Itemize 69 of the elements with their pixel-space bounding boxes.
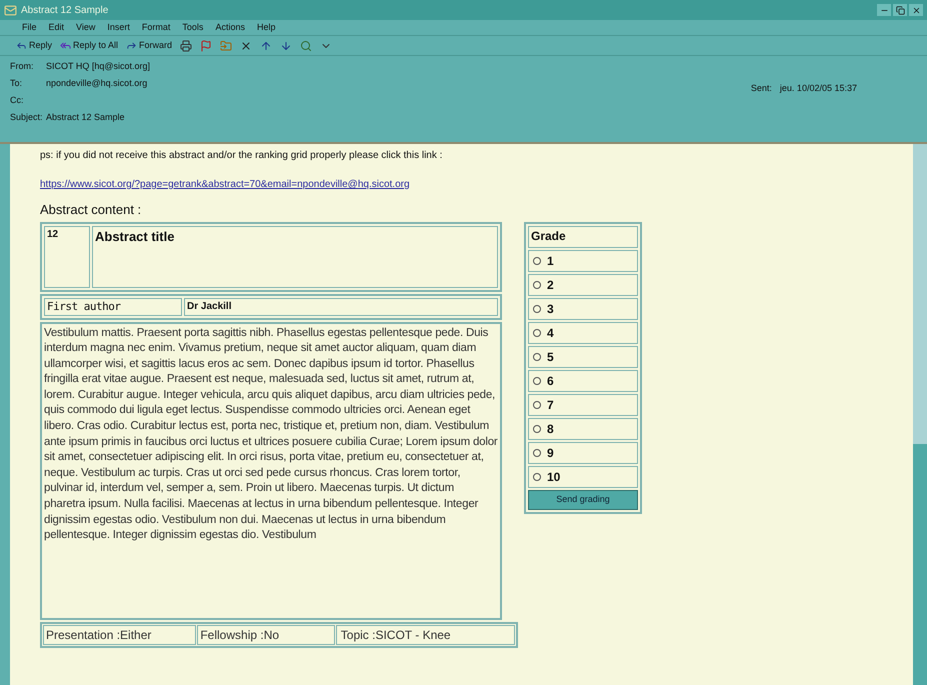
abstract-title: Abstract title [92,226,498,288]
radio-button[interactable] [533,472,541,480]
menu-item[interactable]: File [22,20,37,34]
author-label: First author [44,298,182,316]
reply-icon [16,40,27,51]
radio-button[interactable] [533,424,541,432]
meta-cell: Topic :SICOT - Knee [336,624,515,644]
abstract-text: Vestibulum mattis. Praesent porta sagittis nibh. Phasellus egestas pellentesque pede. Duis interdum magna nec enim. Vivamus pretium, neque sit amet auctor aliquam, quam diam ullamcorper wisi, et sagittis lacus eros ac sem. Donec dapibus ipsum id tortor. Phasellus fringilla erat vitae augue. Praesent est neque, malesuada sed, luctus sit amet, rutrum at, lorem. Curabitur augue. Integer vehicula, arcu quis aliquet dapibus, arcu diam ultricies pede, quis commodo dui ligula eget lectus. Suspendisse commodo ultricies orci. Aenean eget libero. Cras odio. Curabitur lectus est, porta nec, tristique et, pretium non, diam. Vestibulum ante ipsum primis in faucibus orci luctus et ultrices posuere cubilia Curae; Lorem ipsum dolor sit amet, consectetuer adipiscing elit. In orci risus, porta vitae, pretium eu, consectetuer at, neque. Vestibulum ac turpis. Cras ut orci sed pede cursus rhoncus. Cras lorem tortor, pulvinar id, interdum vel, semper a, sem. Proin ut libero. Maecenas turpis. Ut dictum pharetra ipsum. Nulla facilisi. Maecenas at lectus in urna bibendum pellentesque. Integer dignissim egestas odio. Vestibulum non dui. Maecenas ut lectus in urna bibendum pellentesque. Integer dignissim egestas dio. Vestibulum [44,326,498,544]
printer-icon[interactable] [180,40,192,52]
reply-all-icon [60,40,72,51]
restore-button[interactable] [893,4,907,16]
minimize-button[interactable] [877,4,891,16]
meta-cell: Fellowship :No [197,624,335,644]
menu-item[interactable]: Format [142,20,170,34]
header-label: Sent: [750,82,772,95]
radio-button[interactable] [533,256,541,264]
grade-option[interactable]: 3 [528,298,638,320]
flag-icon[interactable] [200,40,212,52]
menu-item[interactable]: Tools [182,20,204,34]
restore-icon [896,6,904,14]
menu-item[interactable]: Edit [48,20,64,34]
section-title: Abstract content : [40,201,142,219]
close-icon [912,6,920,14]
menu-item[interactable]: Insert [107,20,130,34]
menu-item[interactable]: View [76,20,96,34]
notice-text: ps: if you did not receive this abstract and/or the ranking grid properly please click this link : [40,149,444,163]
header-value: Abstract 12 Sample [46,111,125,124]
up-arrow-icon[interactable] [260,40,272,52]
radio-button[interactable] [533,328,541,336]
radio-button[interactable] [533,352,541,360]
close-icon[interactable] [240,40,252,52]
window-title: Abstract 12 Sample [21,4,108,18]
grade-option[interactable]: 9 [528,442,638,464]
author-name: Dr Jackill [184,298,498,316]
radio-button[interactable] [533,280,541,288]
header-value: SICOT HQ [hq@sicot.org] [46,60,150,74]
header-value: jeu. 10/02/05 15:37 [780,82,857,95]
abstract-number: 12 [44,226,90,288]
menu-item[interactable]: Actions [215,20,245,34]
grade-option[interactable]: 7 [528,394,638,416]
radio-button[interactable] [533,376,541,384]
toolbar-button[interactable]: Reply to All [60,38,118,52]
send-grading-button[interactable]: Send grading [528,490,638,510]
radio-button[interactable] [533,448,541,456]
grade-option[interactable]: 5 [528,346,638,368]
mail-icon [4,4,17,16]
menu-item[interactable]: Help [256,20,276,34]
forward-icon [126,40,138,51]
search-icon[interactable] [300,40,312,52]
grade-option[interactable]: 8 [528,418,638,440]
header-label: To: [10,77,24,90]
grade-option[interactable]: 2 [528,274,638,296]
grade-option[interactable]: 4 [528,322,638,344]
grade-header: Grade [528,226,638,248]
header-label: Subject: [10,111,44,124]
down-arrow-icon[interactable] [280,40,292,52]
meta-cell: Presentation :Either [43,624,196,644]
toolbar-button[interactable]: Forward [126,38,172,52]
header-label: Cc: [10,94,24,108]
grade-option[interactable]: 1 [528,250,638,272]
radio-button[interactable] [533,400,541,408]
grade-option[interactable]: 6 [528,370,638,392]
close-button[interactable] [909,4,923,16]
radio-button[interactable] [533,304,541,312]
header-label: From: [10,60,34,74]
toolbar-button[interactable]: Reply [16,38,52,52]
link[interactable]: https://www.sicot.org/?page=getrank&abstract=70&email=npondeville@hq.sicot.org [40,177,913,192]
grade-option[interactable]: 10 [528,466,638,488]
header-value: npondeville@hq.sicot.org [46,77,148,90]
